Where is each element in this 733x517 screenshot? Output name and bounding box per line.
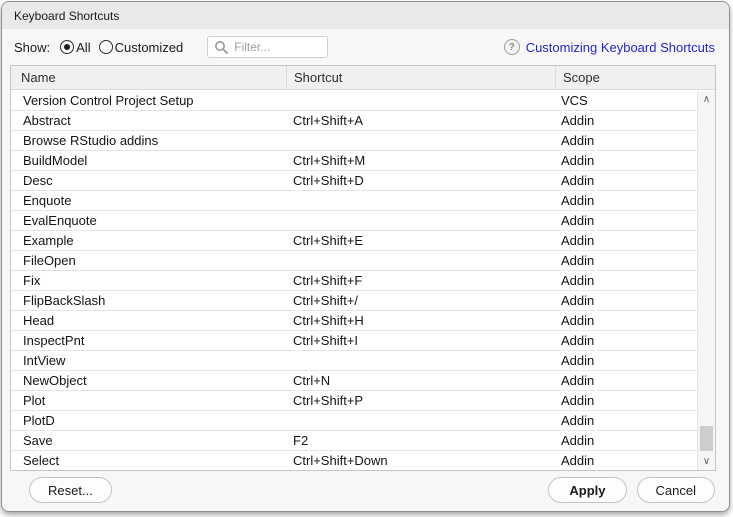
vertical-scrollbar[interactable]: ∧ ∨	[697, 91, 715, 470]
row-name: FileOpen	[11, 251, 286, 270]
cancel-button[interactable]: Cancel	[637, 477, 715, 503]
row-shortcut: Ctrl+N	[286, 371, 555, 390]
table-row[interactable]: BuildModel Ctrl+Shift+M Addin	[11, 151, 715, 171]
row-scope: Addin	[555, 231, 715, 250]
row-scope: Addin	[555, 171, 715, 190]
table-row[interactable]: Desc Ctrl+Shift+D Addin	[11, 171, 715, 191]
toolbar: Show: All Customized ? Customizing Keybo…	[2, 29, 729, 65]
scrollbar-down-icon[interactable]: ∨	[698, 453, 715, 470]
row-scope: Addin	[555, 431, 715, 450]
row-name: FlipBackSlash	[11, 291, 286, 310]
table-row[interactable]: PlotD Addin	[11, 411, 715, 431]
row-shortcut: Ctrl+Shift+F	[286, 271, 555, 290]
row-shortcut: Ctrl+Shift+Down	[286, 451, 555, 470]
table-header: Name Shortcut Scope	[11, 66, 715, 90]
row-scope: Addin	[555, 271, 715, 290]
apply-button[interactable]: Apply	[548, 477, 626, 503]
radio-all-label: All	[76, 40, 90, 55]
help-icon[interactable]: ?	[504, 39, 520, 55]
row-scope: Addin	[555, 391, 715, 410]
radio-customized-label: Customized	[115, 40, 184, 55]
row-scope: Addin	[555, 411, 715, 430]
table-row[interactable]: Save F2 Addin	[11, 431, 715, 451]
table-row[interactable]: Example Ctrl+Shift+E Addin	[11, 231, 715, 251]
row-name: IntView	[11, 351, 286, 370]
row-name: Fix	[11, 271, 286, 290]
title-bar[interactable]: Keyboard Shortcuts	[2, 2, 729, 29]
table-row[interactable]: InspectPnt Ctrl+Shift+I Addin	[11, 331, 715, 351]
reset-button[interactable]: Reset...	[29, 477, 112, 503]
row-scope: Addin	[555, 111, 715, 130]
row-name: InspectPnt	[11, 331, 286, 350]
row-name: Browse RStudio addins	[11, 131, 286, 150]
row-shortcut: Ctrl+Shift+E	[286, 231, 555, 250]
row-scope: Addin	[555, 251, 715, 270]
row-scope: Addin	[555, 351, 715, 370]
scrollbar-up-icon[interactable]: ∧	[698, 91, 715, 108]
shortcuts-table: Name Shortcut Scope Version Control Proj…	[10, 65, 716, 471]
row-shortcut: F2	[286, 431, 555, 450]
column-header-scope: Scope	[555, 66, 715, 89]
window-title: Keyboard Shortcuts	[14, 9, 119, 23]
row-name: EvalEnquote	[11, 211, 286, 230]
search-icon	[214, 40, 228, 54]
column-header-shortcut: Shortcut	[286, 66, 555, 89]
row-name: Desc	[11, 171, 286, 190]
keyboard-shortcuts-dialog: Keyboard Shortcuts Show: All Customized …	[1, 1, 730, 512]
row-scope: VCS	[555, 91, 715, 110]
row-scope: Addin	[555, 191, 715, 210]
table-row[interactable]: NewObject Ctrl+N Addin	[11, 371, 715, 391]
radio-show-all[interactable]: All	[60, 40, 90, 55]
table-row[interactable]: Abstract Ctrl+Shift+A Addin	[11, 111, 715, 131]
row-scope: Addin	[555, 131, 715, 150]
row-name: Select	[11, 451, 286, 470]
row-name: Enquote	[11, 191, 286, 210]
table-row[interactable]: Version Control Project Setup VCS	[11, 91, 715, 111]
row-name: Abstract	[11, 111, 286, 130]
row-shortcut: Ctrl+Shift+I	[286, 331, 555, 350]
row-name: Head	[11, 311, 286, 330]
row-name: PlotD	[11, 411, 286, 430]
row-name: BuildModel	[11, 151, 286, 170]
row-name: NewObject	[11, 371, 286, 390]
radio-button-customized-icon[interactable]	[99, 40, 113, 54]
table-body: Version Control Project Setup VCS Abstra…	[11, 91, 715, 470]
table-row[interactable]: FlipBackSlash Ctrl+Shift+/ Addin	[11, 291, 715, 311]
show-label: Show:	[14, 40, 50, 55]
radio-show-customized[interactable]: Customized	[99, 40, 184, 55]
scrollbar-thumb[interactable]	[700, 426, 713, 451]
column-header-name: Name	[11, 66, 286, 89]
table-row[interactable]: Fix Ctrl+Shift+F Addin	[11, 271, 715, 291]
radio-button-all-icon[interactable]	[60, 40, 74, 54]
table-row[interactable]: Head Ctrl+Shift+H Addin	[11, 311, 715, 331]
table-row[interactable]: Enquote Addin	[11, 191, 715, 211]
row-scope: Addin	[555, 311, 715, 330]
row-scope: Addin	[555, 331, 715, 350]
footer: Reset... Apply Cancel	[2, 471, 729, 511]
row-shortcut: Ctrl+Shift+H	[286, 311, 555, 330]
row-scope: Addin	[555, 151, 715, 170]
row-shortcut: Ctrl+Shift+M	[286, 151, 555, 170]
row-scope: Addin	[555, 371, 715, 390]
filter-field-wrap	[207, 36, 328, 58]
row-scope: Addin	[555, 291, 715, 310]
table-row[interactable]: Plot Ctrl+Shift+P Addin	[11, 391, 715, 411]
table-row[interactable]: Select Ctrl+Shift+Down Addin	[11, 451, 715, 471]
row-name: Example	[11, 231, 286, 250]
row-name: Save	[11, 431, 286, 450]
table-row[interactable]: FileOpen Addin	[11, 251, 715, 271]
table-row[interactable]: EvalEnquote Addin	[11, 211, 715, 231]
row-name: Plot	[11, 391, 286, 410]
row-shortcut: Ctrl+Shift+/	[286, 291, 555, 310]
row-scope: Addin	[555, 451, 715, 470]
table-row[interactable]: Browse RStudio addins Addin	[11, 131, 715, 151]
row-scope: Addin	[555, 211, 715, 230]
row-shortcut: Ctrl+Shift+A	[286, 111, 555, 130]
row-name: Version Control Project Setup	[11, 91, 286, 110]
row-shortcut: Ctrl+Shift+D	[286, 171, 555, 190]
table-row[interactable]: IntView Addin	[11, 351, 715, 371]
row-shortcut: Ctrl+Shift+P	[286, 391, 555, 410]
customizing-shortcuts-link[interactable]: Customizing Keyboard Shortcuts	[526, 40, 715, 55]
